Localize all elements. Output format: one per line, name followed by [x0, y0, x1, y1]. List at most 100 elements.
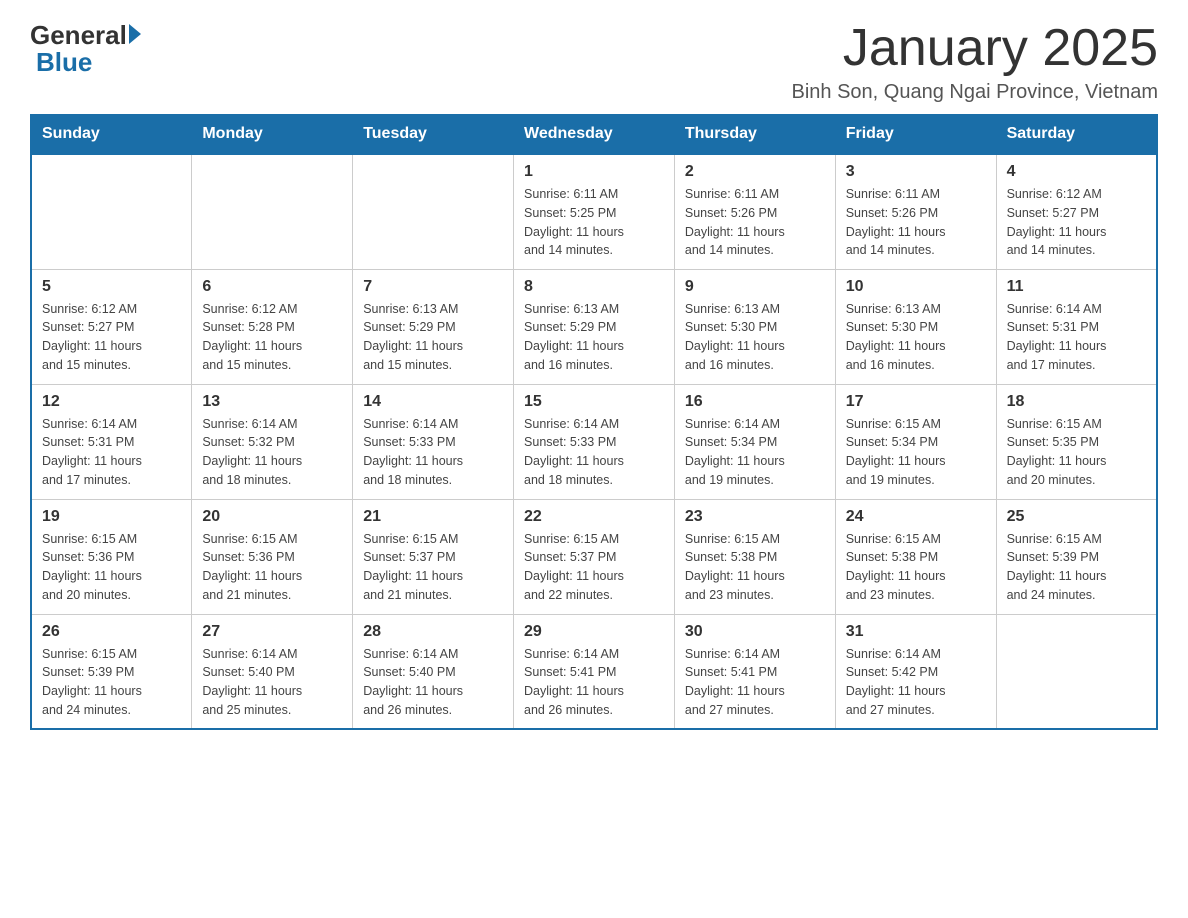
day-info: Sunrise: 6:11 AM Sunset: 5:25 PM Dayligh… [524, 185, 664, 260]
day-number: 8 [524, 278, 664, 296]
month-title: January 2025 [791, 20, 1158, 77]
day-info: Sunrise: 6:13 AM Sunset: 5:30 PM Dayligh… [685, 300, 825, 375]
day-info: Sunrise: 6:13 AM Sunset: 5:29 PM Dayligh… [363, 300, 503, 375]
calendar-week-row: 5Sunrise: 6:12 AM Sunset: 5:27 PM Daylig… [31, 269, 1157, 384]
day-number: 14 [363, 393, 503, 411]
day-info: Sunrise: 6:13 AM Sunset: 5:30 PM Dayligh… [846, 300, 986, 375]
calendar-cell: 13 Sunrise: 6:14 AM Sunset: 5:32 PM Dayli… [192, 384, 353, 499]
day-number: 4 [1007, 163, 1146, 181]
calendar-week-row: 12 Sunrise: 6:14 AM Sunset: 5:31 PM Dayli… [31, 384, 1157, 499]
day-number: 11 [1007, 278, 1146, 296]
day-number: 21 [363, 508, 503, 526]
day-number: 20 [202, 508, 342, 526]
day-number: 23 [685, 508, 825, 526]
day-info: Sunrise: 6:14 AM Sunset: 5:42 PM Dayligh… [846, 645, 986, 720]
day-info: Sunrise: 6:14 AM Sunset: 5:41 PM Dayligh… [685, 645, 825, 720]
day-info: Sunrise: 6:15 AM Sunset: 5:37 PM Dayligh… [524, 530, 664, 605]
calendar-cell: 7 Sunrise: 6:13 AM Sunset: 5:29 PM Daylig… [353, 269, 514, 384]
day-info: Sunrise: 6:14 AM Sunset: 5:40 PM Dayligh… [202, 645, 342, 720]
calendar-cell: 26 Sunrise: 6:15 AM Sunset: 5:39 PM Dayli… [31, 614, 192, 729]
day-info: Sunrise: 6:15 AM Sunset: 5:34 PM Dayligh… [846, 415, 986, 490]
day-number: 7 [363, 278, 503, 296]
calendar-cell: 1 Sunrise: 6:11 AM Sunset: 5:25 PM Daylig… [514, 154, 675, 269]
day-info: Sunrise: 6:14 AM Sunset: 5:41 PM Dayligh… [524, 645, 664, 720]
calendar-cell: 12 Sunrise: 6:14 AM Sunset: 5:31 PM Dayli… [31, 384, 192, 499]
calendar-cell [996, 614, 1157, 729]
calendar-cell: 9Sunrise: 6:13 AM Sunset: 5:30 PM Daylig… [674, 269, 835, 384]
day-info: Sunrise: 6:15 AM Sunset: 5:36 PM Dayligh… [202, 530, 342, 605]
calendar-cell: 28Sunrise: 6:14 AM Sunset: 5:40 PM Dayli… [353, 614, 514, 729]
day-number: 31 [846, 623, 986, 641]
day-number: 1 [524, 163, 664, 181]
calendar-cell: 4Sunrise: 6:12 AM Sunset: 5:27 PM Daylig… [996, 154, 1157, 269]
day-number: 26 [42, 623, 181, 641]
calendar-header-thursday: Thursday [674, 115, 835, 155]
day-info: Sunrise: 6:14 AM Sunset: 5:31 PM Dayligh… [1007, 300, 1146, 375]
day-number: 3 [846, 163, 986, 181]
day-number: 27 [202, 623, 342, 641]
calendar-cell: 19Sunrise: 6:15 AM Sunset: 5:36 PM Dayli… [31, 499, 192, 614]
calendar-cell: 6 Sunrise: 6:12 AM Sunset: 5:28 PM Daylig… [192, 269, 353, 384]
calendar-week-row: 19Sunrise: 6:15 AM Sunset: 5:36 PM Dayli… [31, 499, 1157, 614]
calendar-header-row: SundayMondayTuesdayWednesdayThursdayFrid… [31, 115, 1157, 155]
logo-triangle-icon [129, 24, 141, 44]
day-number: 16 [685, 393, 825, 411]
calendar-cell: 27 Sunrise: 6:14 AM Sunset: 5:40 PM Dayli… [192, 614, 353, 729]
title-area: January 2025 Binh Son, Quang Ngai Provin… [791, 20, 1158, 104]
day-number: 30 [685, 623, 825, 641]
calendar-week-row: 26 Sunrise: 6:15 AM Sunset: 5:39 PM Dayli… [31, 614, 1157, 729]
calendar-header-sunday: Sunday [31, 115, 192, 155]
day-number: 24 [846, 508, 986, 526]
day-info: Sunrise: 6:14 AM Sunset: 5:32 PM Dayligh… [202, 415, 342, 490]
day-info: Sunrise: 6:15 AM Sunset: 5:38 PM Dayligh… [685, 530, 825, 605]
day-info: Sunrise: 6:14 AM Sunset: 5:33 PM Dayligh… [524, 415, 664, 490]
day-info: Sunrise: 6:14 AM Sunset: 5:34 PM Dayligh… [685, 415, 825, 490]
calendar-table: SundayMondayTuesdayWednesdayThursdayFrid… [30, 114, 1158, 730]
location-title: Binh Son, Quang Ngai Province, Vietnam [791, 81, 1158, 104]
day-number: 6 [202, 278, 342, 296]
day-info: Sunrise: 6:15 AM Sunset: 5:37 PM Dayligh… [363, 530, 503, 605]
day-info: Sunrise: 6:14 AM Sunset: 5:33 PM Dayligh… [363, 415, 503, 490]
calendar-header-friday: Friday [835, 115, 996, 155]
calendar-cell: 24 Sunrise: 6:15 AM Sunset: 5:38 PM Dayli… [835, 499, 996, 614]
calendar-cell: 20 Sunrise: 6:15 AM Sunset: 5:36 PM Dayli… [192, 499, 353, 614]
calendar-cell: 3Sunrise: 6:11 AM Sunset: 5:26 PM Daylig… [835, 154, 996, 269]
calendar-cell: 2 Sunrise: 6:11 AM Sunset: 5:26 PM Daylig… [674, 154, 835, 269]
calendar-cell: 16 Sunrise: 6:14 AM Sunset: 5:34 PM Dayli… [674, 384, 835, 499]
day-number: 10 [846, 278, 986, 296]
day-number: 15 [524, 393, 664, 411]
calendar-cell: 29Sunrise: 6:14 AM Sunset: 5:41 PM Dayli… [514, 614, 675, 729]
calendar-cell: 15 Sunrise: 6:14 AM Sunset: 5:33 PM Dayli… [514, 384, 675, 499]
logo-blue-text: Blue [36, 47, 92, 78]
day-info: Sunrise: 6:15 AM Sunset: 5:39 PM Dayligh… [1007, 530, 1146, 605]
calendar-week-row: 1 Sunrise: 6:11 AM Sunset: 5:25 PM Daylig… [31, 154, 1157, 269]
calendar-cell [353, 154, 514, 269]
day-info: Sunrise: 6:12 AM Sunset: 5:27 PM Dayligh… [42, 300, 181, 375]
calendar-cell: 22 Sunrise: 6:15 AM Sunset: 5:37 PM Dayli… [514, 499, 675, 614]
calendar-cell: 10 Sunrise: 6:13 AM Sunset: 5:30 PM Dayli… [835, 269, 996, 384]
day-number: 18 [1007, 393, 1146, 411]
logo: General Blue [30, 20, 141, 78]
day-number: 2 [685, 163, 825, 181]
day-info: Sunrise: 6:15 AM Sunset: 5:36 PM Dayligh… [42, 530, 181, 605]
day-number: 12 [42, 393, 181, 411]
calendar-header-monday: Monday [192, 115, 353, 155]
day-info: Sunrise: 6:15 AM Sunset: 5:38 PM Dayligh… [846, 530, 986, 605]
calendar-header-wednesday: Wednesday [514, 115, 675, 155]
day-info: Sunrise: 6:14 AM Sunset: 5:31 PM Dayligh… [42, 415, 181, 490]
calendar-cell [192, 154, 353, 269]
calendar-cell: 8 Sunrise: 6:13 AM Sunset: 5:29 PM Daylig… [514, 269, 675, 384]
day-number: 28 [363, 623, 503, 641]
calendar-cell: 5Sunrise: 6:12 AM Sunset: 5:27 PM Daylig… [31, 269, 192, 384]
calendar-cell: 30 Sunrise: 6:14 AM Sunset: 5:41 PM Dayli… [674, 614, 835, 729]
day-number: 22 [524, 508, 664, 526]
day-info: Sunrise: 6:11 AM Sunset: 5:26 PM Dayligh… [685, 185, 825, 260]
day-number: 17 [846, 393, 986, 411]
day-info: Sunrise: 6:12 AM Sunset: 5:28 PM Dayligh… [202, 300, 342, 375]
day-number: 13 [202, 393, 342, 411]
calendar-cell: 25Sunrise: 6:15 AM Sunset: 5:39 PM Dayli… [996, 499, 1157, 614]
calendar-cell: 21 Sunrise: 6:15 AM Sunset: 5:37 PM Dayli… [353, 499, 514, 614]
day-info: Sunrise: 6:13 AM Sunset: 5:29 PM Dayligh… [524, 300, 664, 375]
day-info: Sunrise: 6:15 AM Sunset: 5:39 PM Dayligh… [42, 645, 181, 720]
calendar-cell: 18Sunrise: 6:15 AM Sunset: 5:35 PM Dayli… [996, 384, 1157, 499]
